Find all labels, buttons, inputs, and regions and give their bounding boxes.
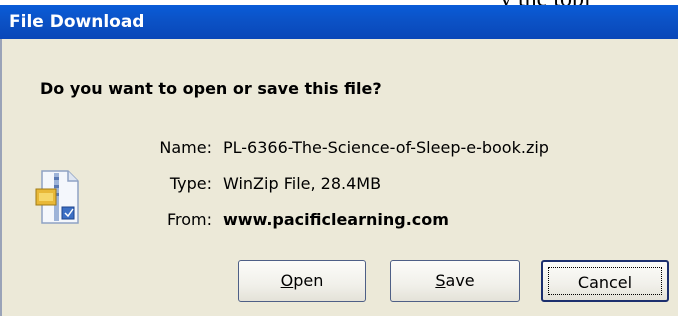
cancel-button[interactable]: Cancel [541, 260, 669, 302]
open-label-rest: pen [293, 271, 324, 290]
file-name-row: Name: PL-6366-The-Science-of-Sleep-e-boo… [2, 138, 678, 160]
type-label: Type: [169, 174, 212, 193]
file-download-dialog: File Download Do you want to open or sav… [0, 5, 678, 316]
file-source-value: www.pacificlearning.com [223, 210, 449, 229]
save-mnemonic: S [435, 271, 446, 290]
save-button[interactable]: Save [390, 260, 520, 302]
file-type-value: WinZip File, 28.4MB [223, 174, 382, 193]
window-title: File Download [9, 12, 145, 32]
file-source-row: From: www.pacificlearning.com [2, 210, 678, 232]
save-label-rest: ave [445, 271, 475, 290]
name-label: Name: [159, 138, 212, 157]
file-name-value: PL-6366-The-Science-of-Sleep-e-book.zip [223, 138, 549, 157]
cancel-focus-rect: Cancel [548, 267, 662, 295]
cancel-label: Cancel [577, 273, 633, 292]
file-type-row: Type: WinZip File, 28.4MB [2, 174, 678, 196]
from-label: From: [166, 210, 212, 229]
open-button[interactable]: Open [238, 260, 366, 302]
title-bar[interactable]: File Download [0, 5, 678, 39]
download-question: Do you want to open or save this file? [40, 79, 382, 98]
open-mnemonic: O [280, 271, 294, 290]
